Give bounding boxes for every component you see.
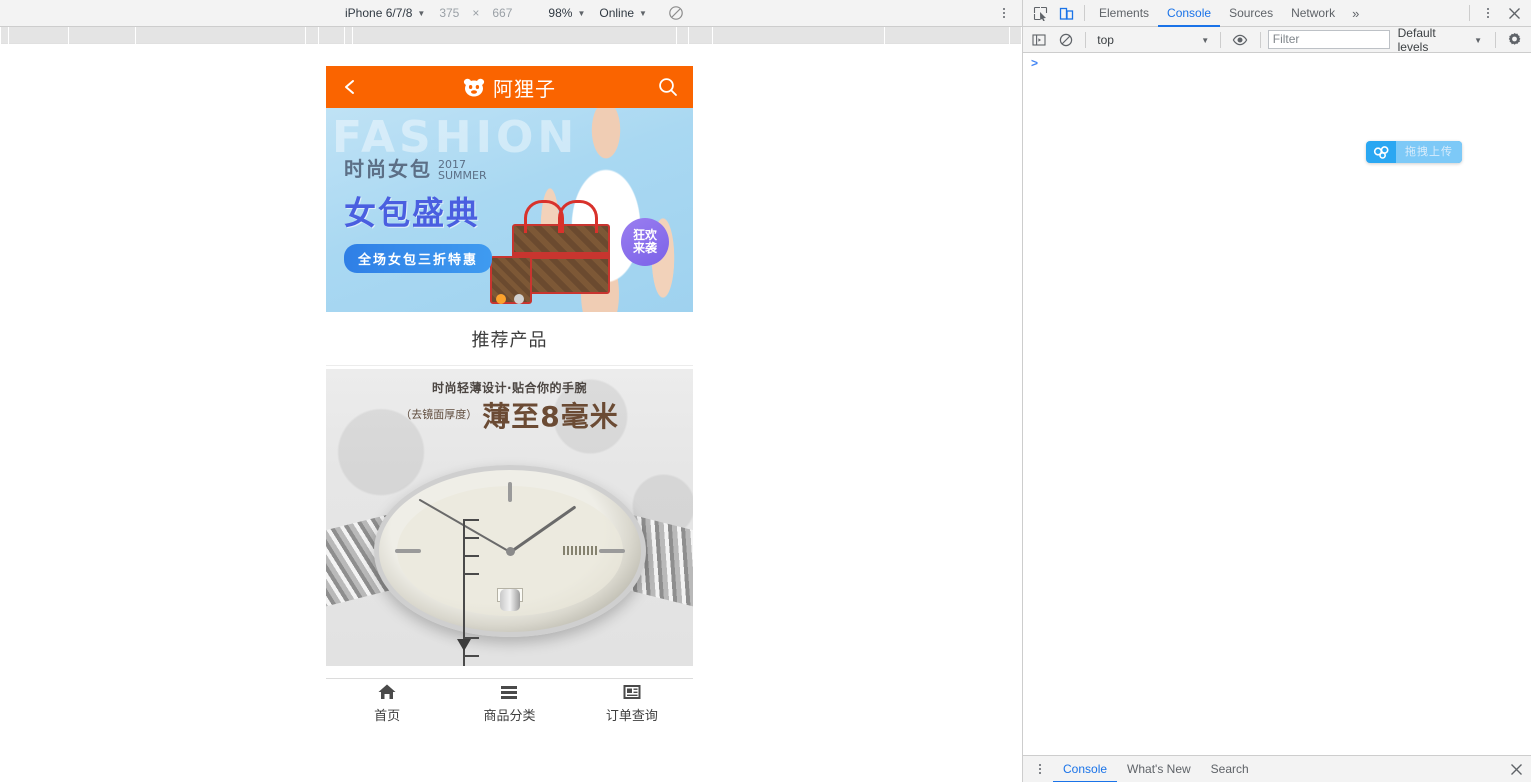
mobile-header: 阿狸子	[326, 66, 693, 108]
mobile-tabbar: 首页 商品分类 订单查询	[326, 678, 693, 726]
console-sidebar-icon[interactable]	[1027, 29, 1052, 51]
chevron-down-icon: ▼	[1474, 35, 1483, 45]
filter-input[interactable]: Filter	[1267, 30, 1390, 49]
chevron-down-icon: ▼	[417, 9, 426, 18]
tab-orders[interactable]: 订单查询	[571, 679, 693, 726]
drawer-tab-whats-new[interactable]: What's New	[1117, 756, 1201, 782]
device-select[interactable]: iPhone 6/7/8 ▼	[338, 3, 432, 24]
tab-elements[interactable]: Elements	[1090, 0, 1158, 27]
banner-promo-pill: 全场女包三折特惠	[344, 244, 493, 273]
devtools-panel: Elements Console Sources Network » top ▼…	[1022, 0, 1531, 782]
chevron-down-icon: ▼	[577, 9, 586, 18]
console-output[interactable]: > 拖拽上传	[1023, 53, 1531, 755]
search-icon[interactable]	[657, 76, 679, 98]
watch-crown	[499, 589, 520, 611]
banner-text-block: 时尚女包 2017 SUMMER 女包盛典 全场女包三折特惠	[344, 153, 493, 273]
order-icon	[622, 682, 642, 702]
viewport-ruler	[0, 27, 1022, 44]
viewport-pane: iPhone 6/7/8 ▼ 375 × 667 98% ▼ Online ▼	[0, 0, 1022, 782]
promo-note: （去镜面厚度）	[400, 408, 478, 421]
dimension-separator: ×	[472, 6, 480, 20]
tab-home[interactable]: 首页	[326, 679, 448, 726]
drawer-tab-search[interactable]: Search	[1201, 756, 1259, 782]
tab-home-label: 首页	[374, 708, 401, 724]
banner-line2: 女包盛典	[344, 194, 481, 232]
tab-orders-label: 订单查询	[605, 708, 658, 724]
execution-context-value: top	[1097, 32, 1114, 47]
throttling-select-label: Online	[599, 5, 635, 20]
product-promo-image[interactable]: 时尚轻薄设计·贴合你的手腕 （去镜面厚度） 薄至8毫米	[326, 369, 693, 666]
tab-categories-label: 商品分类	[483, 708, 536, 724]
tab-sources[interactable]: Sources	[1220, 0, 1282, 27]
gear-icon[interactable]	[1501, 29, 1527, 51]
device-toolbar-icon[interactable]	[1053, 2, 1079, 24]
drawer-tab-console[interactable]: Console	[1053, 756, 1117, 782]
device-toolbar-menu-icon[interactable]	[996, 5, 1012, 21]
thickness-arrow	[457, 639, 471, 651]
drag-upload-label: 拖拽上传	[1396, 141, 1462, 163]
watch-face	[373, 465, 646, 637]
console-toolbar: top ▼ Filter Default levels ▼	[1023, 26, 1531, 54]
banner-season: SUMMER	[438, 169, 487, 183]
carousel-dot-2[interactable]	[513, 294, 524, 304]
banner-badge: 狂欢 来袭	[621, 218, 669, 266]
tab-categories[interactable]: 商品分类	[448, 679, 570, 726]
tab-network[interactable]: Network	[1282, 0, 1344, 27]
zoom-select[interactable]: 98% ▼	[541, 3, 592, 24]
site-title: 阿狸子	[493, 76, 556, 101]
device-height-value: 667	[492, 5, 513, 20]
zoom-select-label: 98%	[548, 5, 573, 20]
clear-console-icon[interactable]	[1054, 29, 1079, 51]
chevron-left-icon[interactable]	[340, 77, 360, 97]
list-icon	[499, 682, 519, 702]
drawer-close-icon[interactable]	[1505, 758, 1527, 780]
site-logo[interactable]: 阿狸子	[461, 73, 556, 102]
close-icon[interactable]	[1501, 2, 1527, 24]
promo-tagline: 时尚轻薄设计·贴合你的手腕	[431, 381, 588, 395]
devtools-tabbar: Elements Console Sources Network »	[1023, 0, 1531, 27]
drawer-menu-icon[interactable]	[1027, 758, 1053, 780]
devtools-window: iPhone 6/7/8 ▼ 375 × 667 98% ▼ Online ▼	[0, 0, 1531, 782]
tab-console[interactable]: Console	[1158, 0, 1220, 27]
log-levels-select[interactable]: Default levels ▼	[1392, 26, 1488, 54]
devtools-menu-icon[interactable]	[1475, 2, 1501, 24]
throttling-select[interactable]: Online ▼	[592, 3, 654, 24]
live-expression-icon[interactable]	[1228, 29, 1253, 51]
banner-model-image	[488, 108, 693, 312]
console-prompt[interactable]: >	[1023, 53, 1531, 73]
banner-carousel[interactable]: FASHION 时尚女包 2017 SUMMER 女包盛典 全场女包三折特惠 狂…	[326, 108, 693, 312]
banner-badge-line2: 来袭	[632, 241, 657, 255]
carousel-dot-1[interactable]	[495, 294, 506, 304]
device-width-value: 375	[439, 5, 460, 20]
device-select-label: iPhone 6/7/8	[345, 5, 413, 20]
console-prompt-arrow: >	[1031, 56, 1039, 70]
log-levels-value: Default levels	[1397, 25, 1436, 54]
device-emulation-toolbar: iPhone 6/7/8 ▼ 375 × 667 98% ▼ Online ▼	[0, 0, 1022, 27]
banner-line1: 时尚女包	[344, 157, 432, 181]
cloud-upload-icon	[1366, 141, 1396, 163]
section-title: 推荐产品	[326, 312, 693, 366]
mascot-face-icon	[463, 78, 485, 97]
mobile-page: 阿狸子 FASHION 时尚女包 2017 SUMMER 女包盛典 全场女包三折…	[326, 66, 693, 726]
inspect-cursor-icon[interactable]	[1027, 2, 1053, 24]
promo-headline: 薄至8毫米	[482, 400, 619, 433]
execution-context-select[interactable]: top ▼	[1093, 30, 1213, 49]
chevron-down-icon: ▼	[1201, 35, 1210, 45]
devtools-drawer-tabbar: Console What's New Search	[1023, 755, 1531, 782]
device-height-input[interactable]: 667	[485, 3, 519, 24]
emulated-page-canvas: 阿狸子 FASHION 时尚女包 2017 SUMMER 女包盛典 全场女包三折…	[0, 44, 1022, 782]
chevron-down-icon: ▼	[639, 9, 647, 18]
device-width-input[interactable]: 375	[432, 3, 466, 24]
carousel-dots	[495, 294, 524, 304]
more-tabs-icon[interactable]: »	[1344, 6, 1367, 21]
home-icon	[377, 682, 397, 702]
rotate-icon[interactable]	[668, 5, 684, 21]
drag-upload-widget[interactable]: 拖拽上传	[1366, 141, 1462, 163]
